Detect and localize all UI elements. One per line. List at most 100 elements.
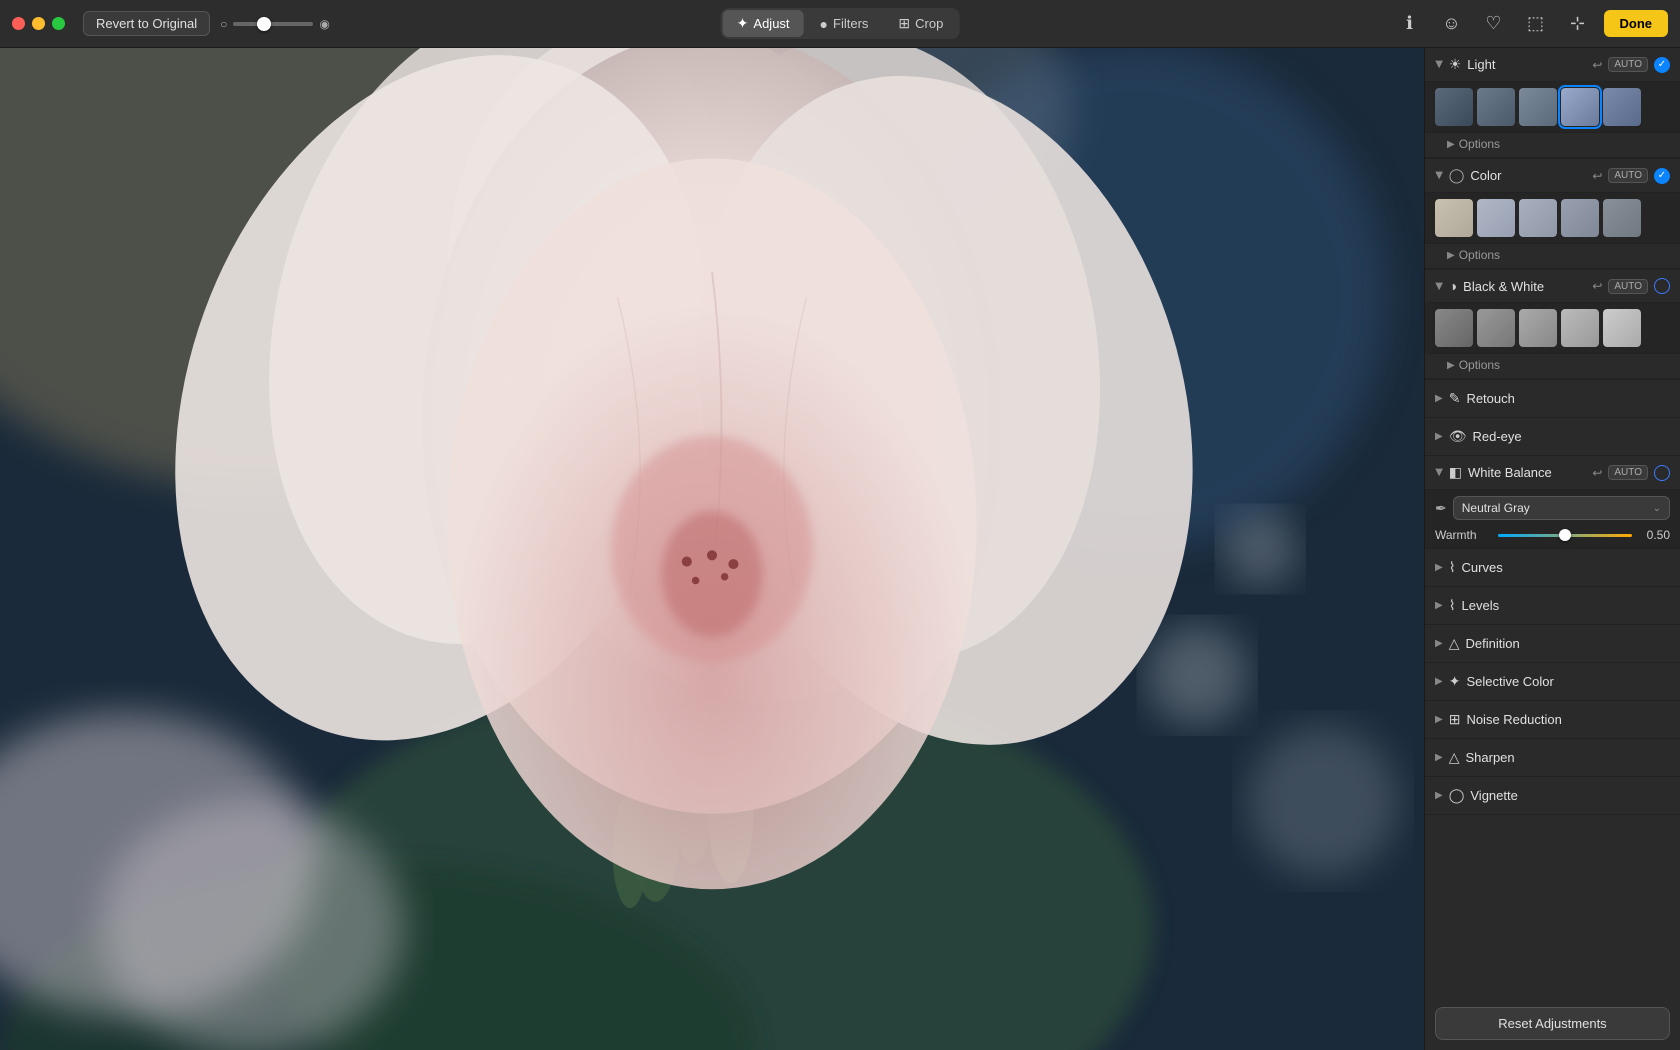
light-auto-badge[interactable]: AUTO [1608, 57, 1648, 72]
sharpen-chevron: ▶ [1435, 752, 1443, 763]
bw-options-arrow-icon: ▶ [1447, 360, 1455, 371]
curves-section[interactable]: ▶ ⌇ Curves [1425, 549, 1680, 587]
bw-actions: ↩ AUTO [1592, 278, 1670, 294]
levels-section[interactable]: ▶ ⌇ Levels [1425, 587, 1680, 625]
noise-reduction-icon: ⊞ [1449, 711, 1461, 728]
retouch-section[interactable]: ▶ ✎ Retouch [1425, 380, 1680, 418]
color-thumb-1[interactable] [1435, 199, 1473, 237]
color-thumb-2[interactable] [1477, 199, 1515, 237]
selective-color-icon: ✦ [1449, 673, 1461, 690]
bw-thumb-4[interactable] [1561, 309, 1599, 347]
bw-auto-badge[interactable]: AUTO [1608, 279, 1648, 294]
curves-title: Curves [1462, 560, 1670, 575]
window-minimize-btn[interactable] [32, 17, 45, 30]
color-revert-icon[interactable]: ↩ [1592, 169, 1602, 183]
bw-section-header[interactable]: ▶ ◑ Black & White ↩ AUTO [1425, 270, 1680, 303]
bw-thumb-3[interactable] [1519, 309, 1557, 347]
bw-icon: ◑ [1449, 278, 1457, 294]
light-thumb-2[interactable] [1477, 88, 1515, 126]
done-button[interactable]: Done [1604, 10, 1669, 37]
noise-reduction-section[interactable]: ▶ ⊞ Noise Reduction [1425, 701, 1680, 739]
wb-section-header[interactable]: ▶ ◧ White Balance ↩ AUTO [1425, 456, 1680, 490]
face-button[interactable]: ☺ [1436, 8, 1468, 40]
bw-options-row[interactable]: ▶ Options [1425, 354, 1680, 379]
color-section-header[interactable]: ▶ ◯ Color ↩ AUTO ✓ [1425, 159, 1680, 193]
light-thumb-3[interactable] [1519, 88, 1557, 126]
light-options-row[interactable]: ▶ Options [1425, 133, 1680, 158]
color-thumb-4[interactable] [1561, 199, 1599, 237]
definition-title: Definition [1465, 636, 1670, 651]
color-check[interactable]: ✓ [1654, 168, 1670, 184]
light-section-header[interactable]: ▶ ☀ Light ↩ AUTO ✓ [1425, 48, 1680, 82]
light-section: ▶ ☀ Light ↩ AUTO ✓ ▶ Options [1425, 48, 1680, 159]
favorites-button[interactable]: ♡ [1478, 8, 1510, 40]
color-thumb-5[interactable] [1603, 199, 1641, 237]
color-options-row[interactable]: ▶ Options [1425, 244, 1680, 269]
color-section: ▶ ◯ Color ↩ AUTO ✓ ▶ Options [1425, 159, 1680, 270]
light-options-label: Options [1459, 137, 1500, 151]
more-button[interactable]: ⊹ [1562, 8, 1594, 40]
redeye-chevron: ▶ [1435, 431, 1443, 442]
warmth-slider[interactable] [1498, 534, 1632, 537]
bw-thumb-5[interactable] [1603, 309, 1641, 347]
wb-circle[interactable] [1654, 465, 1670, 481]
crop-icon: ⊞ [898, 15, 910, 32]
bw-thumb-1[interactable] [1435, 309, 1473, 347]
tab-adjust[interactable]: ✦ Adjust [723, 10, 804, 37]
window-maximize-btn[interactable] [52, 17, 65, 30]
light-thumb-1[interactable] [1435, 88, 1473, 126]
color-options-arrow-icon: ▶ [1447, 250, 1455, 261]
redeye-section[interactable]: ▶ 👁 Red-eye [1425, 418, 1680, 456]
toolbar-center: ✦ Adjust ● Filters ⊞ Crop [721, 8, 960, 39]
slider-thumb [257, 17, 271, 31]
color-auto-badge[interactable]: AUTO [1608, 168, 1648, 183]
flower-image [0, 48, 1424, 1050]
window-close-btn[interactable] [12, 17, 25, 30]
light-thumb-5[interactable] [1603, 88, 1641, 126]
levels-icon: ⌇ [1449, 597, 1456, 614]
light-chevron: ▶ [1433, 61, 1444, 69]
bw-thumb-2[interactable] [1477, 309, 1515, 347]
wb-revert-icon[interactable]: ↩ [1592, 466, 1602, 480]
bw-revert-icon[interactable]: ↩ [1592, 279, 1602, 293]
retouch-icon: ✎ [1449, 390, 1461, 407]
wb-auto-badge[interactable]: AUTO [1608, 465, 1648, 480]
eyedropper-icon[interactable]: ✒ [1435, 500, 1447, 517]
color-thumb-3[interactable] [1519, 199, 1557, 237]
revert-button[interactable]: Revert to Original [83, 11, 210, 36]
brightness-slider-group: ○ ◉ [220, 17, 330, 31]
toolbar: Revert to Original ○ ◉ ✦ Adjust ● Filter… [0, 0, 1680, 48]
bw-title: Black & White [1463, 279, 1592, 294]
brightness-slider[interactable] [233, 22, 313, 26]
share-button[interactable]: ⬚ [1520, 8, 1552, 40]
levels-chevron: ▶ [1435, 600, 1443, 611]
retouch-title: Retouch [1466, 391, 1670, 406]
sharpen-section[interactable]: ▶ △ Sharpen [1425, 739, 1680, 777]
light-thumb-4[interactable] [1561, 88, 1599, 126]
tab-filters[interactable]: ● Filters [806, 10, 883, 37]
selective-color-title: Selective Color [1466, 674, 1670, 689]
light-revert-icon[interactable]: ↩ [1592, 58, 1602, 72]
selective-color-chevron: ▶ [1435, 676, 1443, 687]
wb-mode-value: Neutral Gray [1462, 501, 1530, 515]
tab-crop[interactable]: ⊞ Crop [884, 10, 957, 37]
definition-section[interactable]: ▶ △ Definition [1425, 625, 1680, 663]
selective-color-section[interactable]: ▶ ✦ Selective Color [1425, 663, 1680, 701]
color-chevron: ▶ [1433, 172, 1444, 180]
brightness-high-icon: ◉ [319, 17, 329, 31]
light-check[interactable]: ✓ [1654, 57, 1670, 73]
photo-background [0, 48, 1424, 1050]
bw-section: ▶ ◑ Black & White ↩ AUTO ▶ Options [1425, 270, 1680, 380]
curves-chevron: ▶ [1435, 562, 1443, 573]
main-area: ▶ ☀ Light ↩ AUTO ✓ ▶ Options [0, 48, 1680, 1050]
wb-icon: ◧ [1449, 464, 1462, 481]
wb-mode-dropdown[interactable]: Neutral Gray ⌄ [1453, 496, 1670, 520]
toolbar-right: ℹ ☺ ♡ ⬚ ⊹ Done [1394, 8, 1669, 40]
info-button[interactable]: ℹ [1394, 8, 1426, 40]
wb-selector: ✒ Neutral Gray ⌄ [1435, 496, 1670, 520]
reset-adjustments-button[interactable]: Reset Adjustments [1435, 1007, 1670, 1040]
bw-circle[interactable] [1654, 278, 1670, 294]
vignette-section[interactable]: ▶ ◯ Vignette [1425, 777, 1680, 815]
wb-title: White Balance [1468, 465, 1592, 480]
options-arrow-icon: ▶ [1447, 139, 1455, 150]
